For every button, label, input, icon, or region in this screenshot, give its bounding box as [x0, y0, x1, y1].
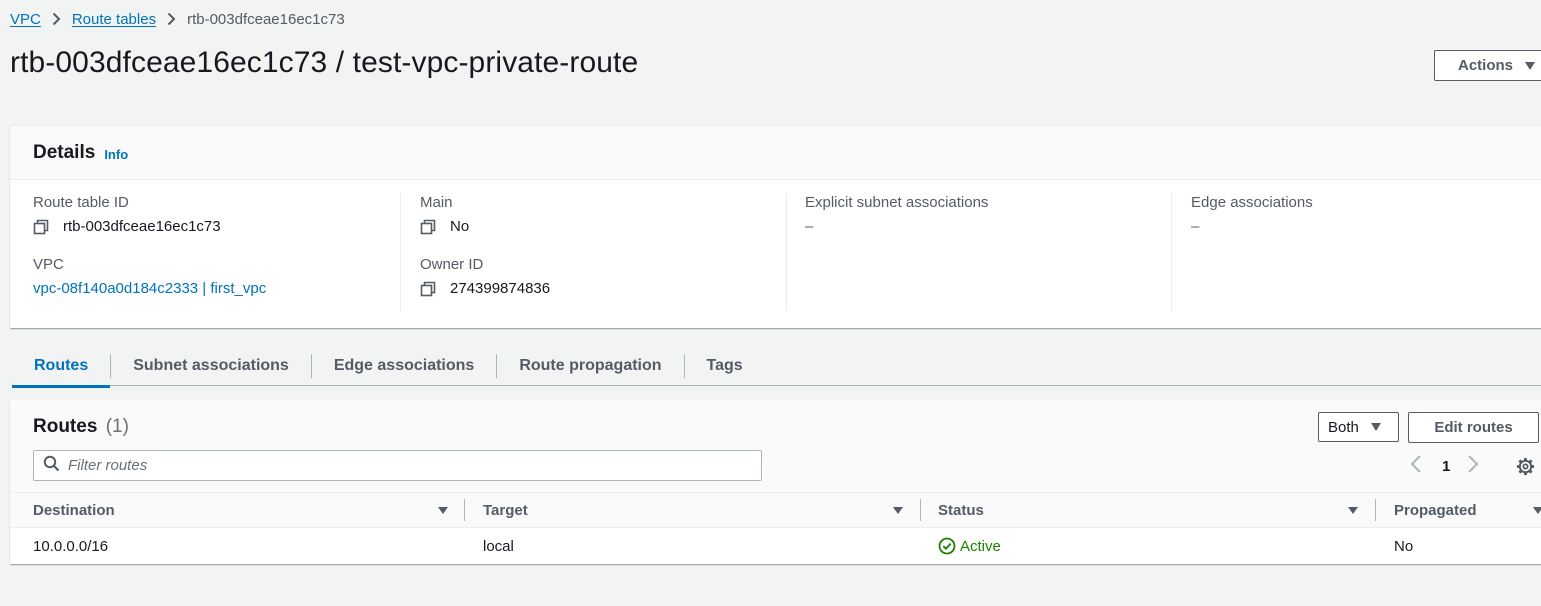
breadcrumb: VPC Route tables rtb-003dfceae16ec1c73: [10, 9, 345, 29]
route-table-id-value: rtb-003dfceae16ec1c73: [63, 218, 221, 235]
chevron-right-icon: [167, 12, 176, 26]
cell-target: local: [483, 537, 514, 555]
owner-id-value: 274399874836: [450, 280, 551, 297]
routes-header: Routes (1) Both Edit routes 1: [10, 400, 1541, 493]
sort-caret-icon[interactable]: [1533, 507, 1541, 514]
details-column-1: Route table ID rtb-003dfceae16ec1c73 VPC…: [33, 193, 399, 311]
details-panel: Details Info Route table ID rtb-003dfcea…: [10, 125, 1541, 328]
caret-down-icon: [1370, 423, 1381, 431]
edit-routes-button[interactable]: Edit routes: [1408, 412, 1539, 443]
table-row[interactable]: 10.0.0.0/16 local Active No: [10, 528, 1541, 564]
chevron-right-icon[interactable]: [1467, 454, 1479, 479]
info-link[interactable]: Info: [104, 147, 128, 162]
sort-caret-icon[interactable]: [893, 507, 903, 514]
filter-routes-input[interactable]: [68, 457, 728, 474]
copy-icon[interactable]: [33, 219, 49, 235]
routes-count: (1): [105, 416, 129, 437]
vpc-field: VPC vpc-08f140a0d184c2333 | first_vpc: [33, 255, 399, 298]
tab-label: Subnet associations: [110, 353, 311, 378]
caret-down-icon: [1525, 61, 1536, 70]
column-header-propagated[interactable]: Propagated: [1394, 493, 1477, 527]
search-icon: [43, 455, 60, 477]
routes-title: Routes (1): [33, 416, 129, 438]
chevron-right-icon: [52, 12, 61, 26]
edge-associations-field: Edge associations –: [1191, 193, 1541, 236]
owner-id-value-row: 274399874836: [420, 279, 786, 298]
check-circle-icon: [938, 537, 960, 555]
table-header-row: Destination Target Status Propagated: [10, 493, 1541, 528]
details-column-4: Edge associations –: [1171, 193, 1541, 311]
gear-icon[interactable]: [1515, 456, 1535, 476]
page-number[interactable]: 1: [1442, 458, 1450, 475]
explicit-subnet-label: Explicit subnet associations: [805, 194, 989, 211]
actions-button[interactable]: Actions: [1434, 50, 1541, 81]
copy-icon[interactable]: [420, 219, 436, 235]
breadcrumb-current: rtb-003dfceae16ec1c73: [187, 10, 345, 28]
filter-routes-field[interactable]: [33, 450, 762, 481]
main-field: Main No: [420, 193, 786, 236]
explicit-subnet-field: Explicit subnet associations –: [805, 193, 1172, 236]
cell-destination: 10.0.0.0/16: [33, 537, 109, 555]
route-filter-select-value: Both: [1328, 418, 1359, 436]
details-column-2: Main No Owner ID 274399874836: [400, 193, 786, 311]
owner-id-label: Owner ID: [420, 256, 484, 273]
breadcrumb-vpc-link[interactable]: VPC: [10, 11, 41, 28]
column-header-destination[interactable]: Destination: [33, 493, 115, 527]
route-table-id-label: Route table ID: [33, 194, 129, 211]
column-divider[interactable]: [920, 499, 921, 521]
status-text: Active: [960, 537, 1001, 555]
edge-associations-label: Edge associations: [1191, 194, 1313, 211]
breadcrumb-route-tables-link[interactable]: Route tables: [72, 11, 156, 28]
page-title: rtb-003dfceae16ec1c73 / test-vpc-private…: [10, 46, 639, 79]
sort-caret-icon[interactable]: [1348, 507, 1358, 514]
routes-table: Destination Target Status Propagated 10.…: [10, 493, 1541, 564]
main-value-row: No: [420, 217, 786, 236]
tab-subnet-associations[interactable]: Subnet associations: [110, 345, 311, 386]
route-filter-select[interactable]: Both: [1318, 412, 1399, 442]
details-title: Details: [33, 141, 96, 163]
sort-caret-icon[interactable]: [438, 507, 448, 514]
tab-tags[interactable]: Tags: [683, 345, 765, 386]
column-header-status[interactable]: Status: [938, 493, 984, 527]
tab-route-propagation[interactable]: Route propagation: [496, 345, 683, 386]
tab-label: Route propagation: [496, 353, 683, 378]
details-header: Details Info: [10, 126, 1541, 180]
route-table-id-value-row: rtb-003dfceae16ec1c73: [33, 217, 399, 236]
column-header-target[interactable]: Target: [483, 493, 528, 527]
tab-routes[interactable]: Routes: [12, 345, 111, 388]
main-label: Main: [420, 194, 453, 211]
tab-bar: Routes Subnet associations Edge associat…: [12, 345, 1541, 388]
routes-panel: Routes (1) Both Edit routes 1: [10, 400, 1541, 564]
details-column-3: Explicit subnet associations –: [786, 193, 1172, 311]
chevron-left-icon[interactable]: [1410, 454, 1422, 479]
cell-status: Active: [938, 528, 1001, 564]
pagination: 1: [1410, 454, 1479, 479]
vpc-label: VPC: [33, 256, 64, 273]
routes-title-text: Routes: [33, 416, 98, 437]
column-divider[interactable]: [464, 499, 465, 521]
main-value: No: [450, 218, 470, 235]
explicit-subnet-value: –: [805, 218, 814, 235]
route-table-id-field: Route table ID rtb-003dfceae16ec1c73: [33, 193, 399, 236]
vpc-link[interactable]: vpc-08f140a0d184c2333 | first_vpc: [33, 279, 266, 298]
vpc-value-row: vpc-08f140a0d184c2333 | first_vpc: [33, 279, 399, 298]
tab-edge-associations[interactable]: Edge associations: [310, 345, 497, 386]
column-divider[interactable]: [1375, 499, 1376, 521]
tab-label: Routes: [34, 356, 89, 374]
copy-icon[interactable]: [420, 281, 436, 297]
cell-propagated: No: [1394, 537, 1414, 555]
tab-label: Edge associations: [310, 353, 497, 378]
actions-button-label: Actions: [1458, 57, 1514, 74]
edge-associations-value: –: [1191, 218, 1200, 235]
tab-label: Tags: [683, 353, 765, 378]
owner-id-field: Owner ID 274399874836: [420, 255, 786, 298]
